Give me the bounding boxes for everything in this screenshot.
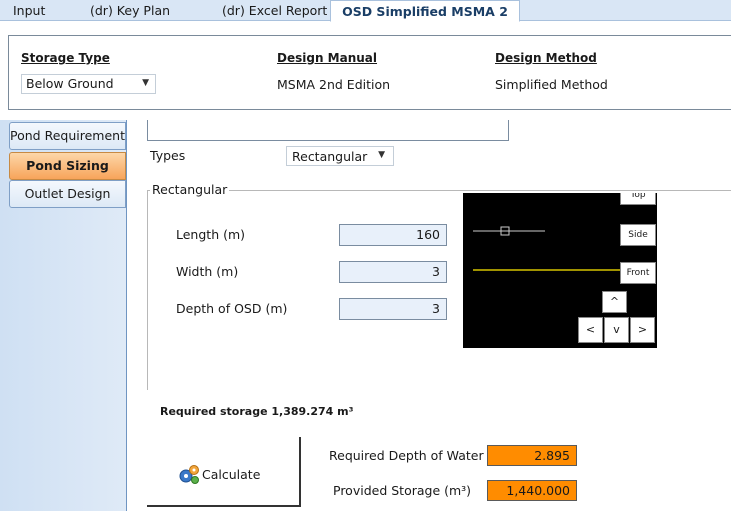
types-select[interactable]: Rectangular ▼ [286,146,394,166]
pond-3d-preview[interactable]: Top Side Front ^ < v > [463,193,657,348]
tab-input[interactable]: Input [13,0,45,21]
provided-storage-output: 1,440.000 [487,480,577,501]
view-front-button[interactable]: Front [620,262,656,284]
rotate-up-button[interactable]: ^ [602,291,627,313]
provided-storage-label: Provided Storage (m³) [333,483,472,498]
design-manual-value: MSMA 2nd Edition [277,77,391,92]
design-manual-label: Design Manual [277,51,378,65]
width-label: Width (m) [176,264,239,279]
length-label: Length (m) [176,227,246,242]
chevron-down-icon: ▼ [378,150,385,160]
length-input[interactable]: 160 [339,224,447,246]
chevron-down-icon: ▼ [142,78,149,88]
tab-key-plan[interactable]: (dr) Key Plan [90,0,170,21]
design-method-value: Simplified Method [495,77,608,92]
calculate-button[interactable]: Calculate [147,437,301,507]
view-top-button[interactable]: Top [620,193,656,205]
design-method-label: Design Method [495,51,597,65]
required-depth-output: 2.895 [487,445,577,466]
nav-pond-sizing[interactable]: Pond Sizing [9,152,126,180]
types-label: Types [150,148,186,163]
storage-type-value: Below Ground [26,76,114,91]
description-field[interactable] [147,120,509,141]
types-value: Rectangular [292,149,368,164]
storage-type-label: Storage Type [21,51,110,65]
tab-excel-report[interactable]: (dr) Excel Report [222,0,327,21]
rotate-right-button[interactable]: > [630,317,655,343]
nav-outlet-design[interactable]: Outlet Design [9,180,126,208]
tab-osd-simplified-msma2[interactable]: OSD Simplified MSMA 2 [330,0,520,22]
required-storage-text: Required storage 1,389.274 m³ [160,405,354,418]
rotate-down-button[interactable]: v [604,317,629,343]
left-nav: Pond Requirement Pond Sizing Outlet Desi… [0,120,127,511]
calculate-label: Calculate [202,467,261,482]
storage-type-select[interactable]: Below Ground ▼ [21,74,156,94]
depth-osd-label: Depth of OSD (m) [176,301,288,316]
view-side-button[interactable]: Side [620,224,656,246]
rotate-left-button[interactable]: < [578,317,603,343]
nav-pond-requirement[interactable]: Pond Requirement [9,122,126,150]
gears-icon [179,465,199,484]
width-input[interactable]: 3 [339,261,447,283]
design-settings-panel: Storage Type Below Ground ▼ Design Manua… [8,35,731,110]
required-depth-label: Required Depth of Water (m) [329,448,510,463]
rectangular-group-title: Rectangular [150,182,230,197]
tab-bar: Input (dr) Key Plan (dr) Excel Report OS… [0,0,731,22]
depth-osd-input[interactable]: 3 [339,298,447,320]
